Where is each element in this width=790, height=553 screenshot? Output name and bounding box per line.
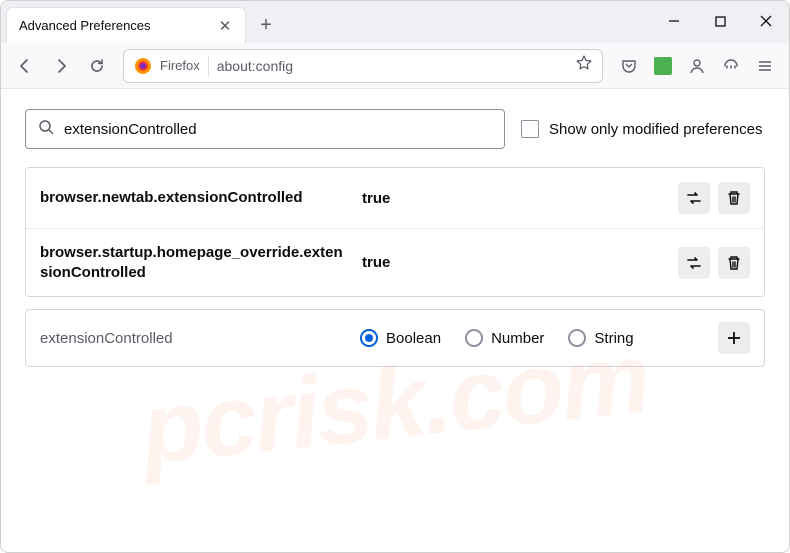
- bookmark-star-icon[interactable]: [576, 55, 592, 76]
- type-string[interactable]: String: [568, 329, 633, 347]
- radio-icon[interactable]: [568, 329, 586, 347]
- add-pref-row: extensionControlled Boolean Number Strin…: [26, 310, 764, 366]
- tab-bar: Advanced Preferences ✕ +: [1, 1, 789, 43]
- pref-table: browser.newtab.extensionControlled true …: [25, 167, 765, 297]
- pref-row: browser.startup.homepage_override.extens…: [26, 228, 764, 296]
- checkbox-label: Show only modified preferences: [549, 121, 762, 138]
- radio-label: Number: [491, 330, 544, 347]
- url-bar[interactable]: Firefox about:config: [123, 49, 603, 83]
- url-identity-label: Firefox: [160, 58, 200, 73]
- window-frame: Advanced Preferences ✕ +: [0, 0, 790, 553]
- toolbar-icons: [613, 50, 781, 82]
- toggle-button[interactable]: [678, 182, 710, 214]
- delete-button[interactable]: [718, 182, 750, 214]
- pref-row: browser.newtab.extensionControlled true: [26, 168, 764, 228]
- app-menu-icon[interactable]: [749, 50, 781, 82]
- add-pref-name: extensionControlled: [40, 330, 350, 347]
- radio-icon[interactable]: [465, 329, 483, 347]
- pref-name: browser.startup.homepage_override.extens…: [40, 243, 350, 282]
- pref-value: true: [362, 190, 666, 207]
- radio-label: Boolean: [386, 330, 441, 347]
- account-icon[interactable]: [681, 50, 713, 82]
- add-pref-wrapper: extensionControlled Boolean Number Strin…: [25, 309, 765, 367]
- extension-icon[interactable]: [647, 50, 679, 82]
- pocket-icon[interactable]: [613, 50, 645, 82]
- minimize-button[interactable]: [651, 3, 697, 39]
- url-address: about:config: [217, 58, 568, 74]
- modified-only-checkbox-row[interactable]: Show only modified preferences: [521, 120, 762, 138]
- search-icon: [38, 119, 54, 140]
- toggle-button[interactable]: [678, 247, 710, 279]
- pref-value: true: [362, 254, 666, 271]
- search-input[interactable]: [64, 121, 492, 138]
- close-window-button[interactable]: [743, 3, 789, 39]
- back-button[interactable]: [9, 50, 41, 82]
- maximize-button[interactable]: [697, 3, 743, 39]
- content-area: Show only modified preferences browser.n…: [1, 89, 789, 552]
- radio-icon[interactable]: [360, 329, 378, 347]
- close-tab-icon[interactable]: ✕: [217, 18, 233, 34]
- overflow-icon[interactable]: [715, 50, 747, 82]
- radio-label: String: [594, 330, 633, 347]
- delete-button[interactable]: [718, 247, 750, 279]
- pref-actions: [678, 182, 750, 214]
- tab-title: Advanced Preferences: [19, 18, 151, 33]
- type-options: Boolean Number String: [360, 329, 708, 347]
- url-divider: [208, 56, 209, 76]
- type-number[interactable]: Number: [465, 329, 544, 347]
- browser-tab[interactable]: Advanced Preferences ✕: [6, 7, 246, 43]
- new-tab-button[interactable]: +: [252, 11, 280, 39]
- checkbox-icon[interactable]: [521, 120, 539, 138]
- search-row: Show only modified preferences: [25, 109, 765, 149]
- add-button[interactable]: [718, 322, 750, 354]
- window-controls: [651, 3, 789, 39]
- pref-actions: [678, 247, 750, 279]
- firefox-logo-icon: [134, 57, 152, 75]
- reload-button[interactable]: [81, 50, 113, 82]
- nav-toolbar: Firefox about:config: [1, 43, 789, 89]
- forward-button[interactable]: [45, 50, 77, 82]
- type-boolean[interactable]: Boolean: [360, 329, 441, 347]
- search-box[interactable]: [25, 109, 505, 149]
- pref-name: browser.newtab.extensionControlled: [40, 188, 350, 208]
